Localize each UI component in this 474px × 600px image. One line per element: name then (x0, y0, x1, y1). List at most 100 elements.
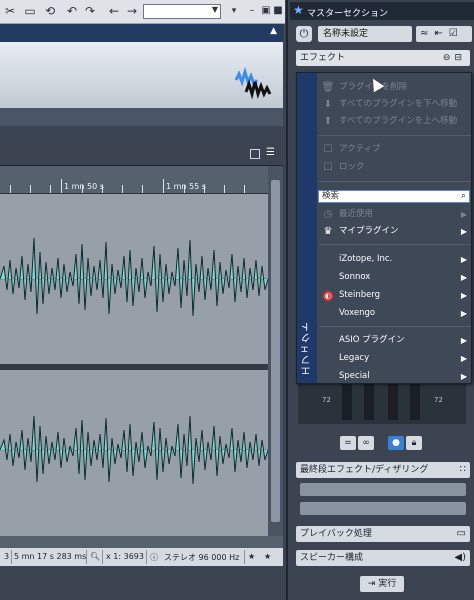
equal-icon[interactable]: = (340, 436, 356, 450)
master-section-title-bar: ★ マスターセクション (290, 2, 474, 20)
zoom-readout[interactable]: x 1: 3693 (106, 552, 144, 561)
chevron-right-icon: ▶ (460, 291, 467, 300)
trash-icon: 🗑︎ (321, 82, 335, 93)
chevron-right-icon: ▶ (460, 255, 467, 264)
meter-buttons: = ∞ ● 🔒︎ (340, 436, 428, 452)
power-button[interactable]: ⏻ (296, 26, 312, 42)
magnifier-icon[interactable]: 🔍︎ (90, 552, 100, 561)
chevron-right-icon: ▶ (460, 210, 467, 219)
menu-item-lock[interactable]: ☐ ロック (319, 159, 471, 176)
run-button[interactable]: ⇥ 実行 (360, 576, 404, 592)
menu-item-asio-plugins[interactable]: ASIO プラグイン ▶ (319, 332, 471, 349)
horizontal-scrollbar[interactable] (0, 536, 283, 548)
vertical-scrollbar[interactable] (268, 166, 283, 536)
plugin-search-input[interactable]: 検索 ⌕ (318, 190, 470, 203)
toolbar-dropdown[interactable]: ▼ (143, 4, 221, 19)
monitor-icon: ▭ (456, 528, 466, 539)
chevron-down-icon: ▼ (211, 5, 218, 14)
close-icon[interactable]: ■ (270, 3, 286, 19)
menu-side-label: エフェクト (302, 321, 313, 376)
preset-row: ⏻ 名称未設定 ≈⇤☑ (290, 24, 474, 44)
square-icon[interactable] (250, 149, 260, 159)
menu-item-vendor-voxengo[interactable]: Voxengo ▶ (319, 305, 471, 322)
lock-icon[interactable]: 🔒︎ (406, 436, 422, 450)
final-stage-slot[interactable] (300, 502, 466, 515)
up-arrow-icon: ⬆ (323, 116, 333, 127)
checkbox-icon: ☐ (323, 162, 333, 173)
overview-panel: ▲ (0, 24, 283, 126)
menu-side-strip: エフェクト (297, 73, 317, 383)
speaker-icon: ◀) (454, 552, 466, 563)
menu-item-remove-plugin[interactable]: 🗑︎ プラグインを削除 (319, 79, 471, 96)
forward-arrow-icon[interactable]: → (124, 3, 140, 19)
preset-buttons[interactable]: ≈⇤☑ (416, 26, 472, 42)
history-icon[interactable]: ⟲ (42, 3, 58, 19)
effects-icons[interactable]: ⊖⊟ (443, 50, 466, 66)
collapse-icon[interactable]: ▲ (270, 26, 277, 36)
chevron-right-icon: ▶ (460, 336, 467, 345)
redo-icon[interactable]: ↷ (82, 3, 98, 19)
menu-item-move-all-down[interactable]: ⬇ すべてのプラグインを下へ移動 (319, 96, 471, 113)
overview-wave-svg (234, 66, 272, 100)
playback-header[interactable]: プレイバック処理 ▭ (296, 526, 470, 542)
panel-separator (0, 126, 283, 144)
final-stage-header[interactable]: 最終段エフェクト/ディザリング ∷ (296, 462, 470, 478)
menu-icon[interactable]: ▾ (226, 3, 242, 19)
search-icon: ⌕ (460, 191, 466, 201)
level-meter-area: 72 72 (298, 380, 466, 424)
final-stage-slot[interactable] (300, 483, 466, 496)
effects-header: エフェクト ⊖⊟ (296, 50, 470, 66)
recent-icon: ◷ (323, 209, 333, 220)
menu-item-recent[interactable]: ◷ 最近使用 ▶ (319, 206, 471, 223)
overview-header: ▲ (0, 24, 283, 42)
menu-item-vendor-steinberg[interactable]: ◐ Steinberg ▶ (319, 287, 471, 304)
app-window: ✂ ▭ ⟲ ↶ ↷ ← → ▼ ▾ – ▣ ■ ▲ ☰ 1 mn 50 s 1 … (0, 0, 474, 600)
duration-readout: 5 mn 17 s 283 ms (14, 552, 87, 561)
top-toolbar: ✂ ▭ ⟲ ↶ ↷ ← → ▼ ▾ – ▣ ■ (0, 0, 285, 24)
menu-item-special[interactable]: Special ▶ (319, 368, 471, 385)
chevron-right-icon: ▶ (460, 354, 467, 363)
menu-item-active[interactable]: ☐ アクティブ (319, 141, 471, 158)
time-ruler[interactable]: 1 mn 50 s 1 mn 55 s (0, 166, 268, 194)
meter-left-label: 72 (322, 396, 331, 404)
run-label: 実行 (378, 579, 397, 589)
menu-item-move-all-up[interactable]: ⬆ すべてのプラグインを上へ移動 (319, 113, 471, 130)
star-icon[interactable]: ★ (264, 552, 271, 561)
grid-icon: ∷ (459, 464, 466, 475)
back-arrow-icon[interactable]: ← (106, 3, 122, 19)
meter-right-label: 72 (434, 396, 443, 404)
menu-item-legacy[interactable]: Legacy ▶ (319, 350, 471, 367)
meter-bar (410, 384, 420, 420)
search-placeholder: 検索 (322, 191, 340, 201)
marker-icon[interactable]: ★ (248, 552, 255, 561)
undo-icon[interactable]: ↶ (64, 3, 80, 19)
playback-label: プレイバック処理 (300, 529, 372, 539)
chevron-right-icon: ▶ (460, 227, 467, 236)
export-icon: ⇥ (367, 579, 379, 589)
scrollbar-thumb[interactable] (271, 180, 280, 522)
overview-footer (0, 108, 283, 126)
scissors-icon[interactable]: ✂ (2, 3, 18, 19)
crown-icon: ♛ (323, 226, 333, 237)
link-icon[interactable]: ∞ (358, 436, 374, 450)
status-bar: 3 5 mn 17 s 283 ms 🔍︎ x 1: 3693 ⓘ ステレオ 9… (0, 548, 283, 566)
list-icon[interactable]: ☰ (266, 147, 275, 158)
menu-item-vendor-sonnox[interactable]: Sonnox ▶ (319, 269, 471, 286)
meter-bar (364, 384, 374, 420)
speaker-header[interactable]: スピーカー構成 ◀) (296, 550, 470, 566)
meter-bar (388, 384, 398, 420)
format-readout[interactable]: ステレオ 96 000 Hz (164, 552, 239, 563)
menu-item-my-plugins[interactable]: ♛ マイプラグイン ▶ (319, 223, 471, 240)
menu-item-vendor-izotope[interactable]: iZotope, Inc. ▶ (319, 251, 471, 268)
drop-icon[interactable]: ● (388, 436, 404, 450)
overview-waveform[interactable] (0, 42, 283, 108)
wave-window-header: ☰ (0, 144, 283, 166)
status-icon: 3 (4, 552, 10, 561)
waveform-track-right[interactable] (0, 370, 269, 536)
chevron-right-icon: ▶ (460, 372, 467, 381)
speaker-label: スピーカー構成 (300, 553, 364, 563)
effects-context-menu: エフェクト 🗑︎ プラグインを削除 ⬇ すべてのプラグインを下へ移動 ⬆ すべて… (296, 72, 472, 384)
document-icon[interactable]: ▭ (22, 3, 38, 19)
preset-name-field[interactable]: 名称未設定 (318, 26, 412, 42)
waveform-track-left[interactable] (0, 194, 269, 364)
